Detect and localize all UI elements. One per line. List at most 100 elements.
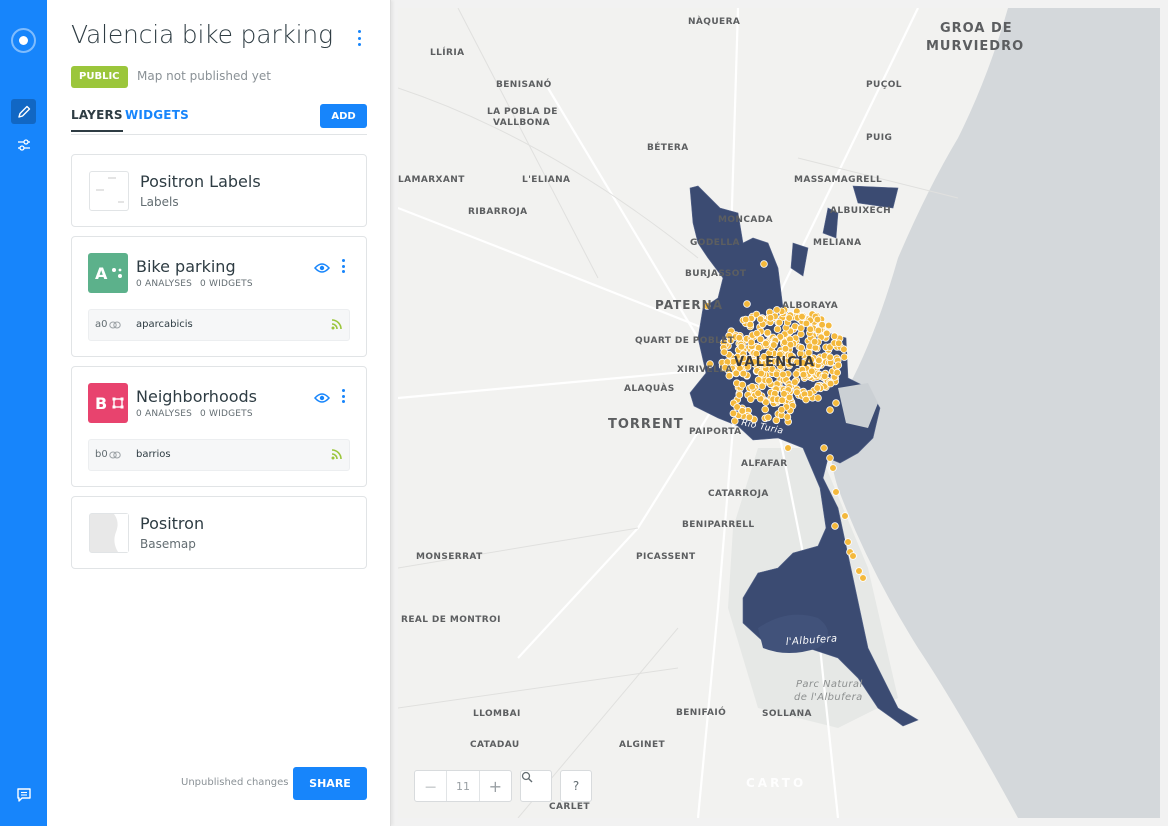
label-moncada: MONCADA: [718, 215, 773, 225]
tab-divider: [71, 134, 367, 135]
label-torrent: TORRENT: [608, 417, 684, 432]
label-albuixech: ALBUIXECH: [830, 206, 891, 216]
labels-thumbnail: [89, 171, 129, 211]
label-benifaio: BENIFAIÓ: [676, 706, 726, 718]
publish-status: Map not published yet: [137, 69, 271, 83]
label-alaquas: ALAQUÀS: [624, 382, 675, 394]
widgets-count: 0 WIDGETS: [200, 409, 253, 419]
label-llombai: LLOMBAI: [473, 709, 521, 719]
polygon-geometry-icon: [112, 397, 124, 409]
label-lliria: LLÍRIA: [430, 46, 464, 58]
label-monserrat: MONSERRAT: [416, 552, 483, 562]
label-sollana: SOLLANA: [762, 709, 812, 719]
layer-letter: B: [95, 393, 108, 413]
unpublished-changes-text: Unpublished changes: [181, 777, 289, 788]
zoom-level: 11: [447, 771, 480, 801]
label-alboraya: ALBORAYA: [782, 301, 838, 311]
basemap-thumbnail: [89, 513, 129, 553]
carto-attribution: CARTO: [746, 776, 807, 790]
label-parc1: Parc Natural: [796, 679, 863, 690]
label-rioturia: Río Turia: [740, 418, 784, 437]
layer-type: Basemap: [140, 537, 196, 551]
label-quart: QUART DE POBLET: [635, 336, 735, 346]
label-pobla1: LA POBLA DE: [487, 107, 558, 117]
layer-card-neighborhoods[interactable]: B Neighborhoods 0 ANALYSES 0 WIDGETS b0 …: [71, 366, 367, 487]
carto-logo-icon[interactable]: [11, 28, 36, 53]
layer-letter: A: [95, 263, 108, 283]
tab-layers[interactable]: LAYERS: [71, 108, 123, 132]
label-pucol: PUÇOL: [866, 80, 902, 90]
label-parc2: de l'Albufera: [794, 692, 863, 703]
point-geometry-icon: [112, 268, 123, 278]
label-burjassot: BURJASSOT: [685, 269, 747, 279]
layer-card-bike-parking[interactable]: A Bike parking 0 ANALYSES 0 WIDGETS a0 a…: [71, 236, 367, 357]
label-meliana: MELIANA: [813, 238, 861, 248]
sync-feed-icon: [331, 319, 342, 330]
label-massamagrell: MASSAMAGRELL: [794, 175, 882, 185]
layer-name[interactable]: Positron: [140, 514, 204, 533]
label-naquera: NÀQUERA: [688, 15, 740, 27]
label-alginet: ALGINET: [619, 740, 666, 750]
analyses-count: 0 ANALYSES: [136, 279, 193, 289]
analyses-count: 0 ANALYSES: [136, 409, 193, 419]
layer-options-kebab-icon[interactable]: [340, 389, 346, 403]
search-button[interactable]: [520, 770, 552, 802]
zoom-control: — 11 +: [414, 770, 512, 802]
edit-pencil-icon[interactable]: [11, 99, 36, 124]
label-beniparrell: BENIPARRELL: [682, 520, 755, 530]
label-picassent: PICASSENT: [636, 552, 696, 562]
label-ribarroja: RIBARROJA: [468, 207, 528, 217]
source-id: a0: [95, 319, 108, 330]
tab-widgets[interactable]: WIDGETS: [125, 108, 189, 122]
label-paiporta: PAIPORTA: [689, 427, 741, 437]
layer-letter-badge[interactable]: B: [88, 383, 128, 423]
label-paterna: PATERNA: [655, 298, 723, 312]
visibility-eye-icon[interactable]: [314, 259, 330, 278]
layer-name[interactable]: Positron Labels: [140, 172, 261, 191]
label-leliana: L'ELIANA: [522, 175, 570, 185]
label-valencia: VALENCIA: [734, 355, 815, 370]
search-icon: [521, 771, 533, 783]
source-link-icon: [109, 321, 121, 329]
source-name: aparcabicis: [136, 319, 193, 330]
label-pobla2: VALLBONA: [493, 118, 550, 128]
label-lamarxant: LAMARXANT: [398, 175, 465, 185]
label-catarroja: CATARROJA: [708, 489, 769, 499]
layer-options-kebab-icon[interactable]: [340, 259, 346, 273]
label-benisano: BENISANÓ: [496, 78, 552, 90]
settings-sliders-icon[interactable]: [11, 132, 36, 157]
label-godella: GODELLA: [690, 238, 740, 248]
help-button[interactable]: ?: [560, 770, 592, 802]
widgets-count: 0 WIDGETS: [200, 279, 253, 289]
layer-name[interactable]: Neighborhoods: [136, 387, 257, 406]
source-name: barrios: [136, 449, 171, 460]
layer-source-node[interactable]: a0 aparcabicis: [88, 309, 350, 341]
label-puig: PUIG: [866, 133, 892, 143]
zoom-out-button[interactable]: —: [415, 771, 448, 801]
map-options-kebab-icon[interactable]: [355, 30, 363, 46]
visibility-eye-icon[interactable]: [314, 389, 330, 408]
sync-feed-icon: [331, 449, 342, 460]
share-button[interactable]: SHARE: [293, 767, 367, 800]
comment-icon[interactable]: [11, 782, 36, 807]
label-catadau: CATADAU: [470, 740, 520, 750]
layer-card-positron-basemap[interactable]: Positron Basemap: [71, 496, 367, 569]
layer-card-positron-labels[interactable]: Positron Labels Labels: [71, 154, 367, 227]
label-alfafar: ALFAFAR: [741, 459, 788, 469]
label-xirivella: XIRIVELLA: [677, 365, 733, 375]
layer-source-node[interactable]: b0 barrios: [88, 439, 350, 471]
left-rail: [0, 0, 47, 826]
label-betera: BÉTERA: [647, 141, 689, 153]
label-groa1: GROA DE: [940, 21, 1013, 36]
label-carlet: CARLET: [549, 802, 590, 812]
map-canvas[interactable]: NÀQUERA GROA DE MURVIEDRO LLÍRIA BENISAN…: [398, 8, 1160, 818]
source-link-icon: [109, 451, 121, 459]
label-groa2: MURVIEDRO: [926, 39, 1024, 54]
layer-letter-badge[interactable]: A: [88, 253, 128, 293]
page-title[interactable]: Valencia bike parking: [71, 20, 333, 49]
privacy-badge[interactable]: PUBLIC: [71, 66, 128, 88]
layer-name[interactable]: Bike parking: [136, 257, 236, 276]
add-button[interactable]: ADD: [320, 104, 367, 128]
source-id: b0: [95, 449, 108, 460]
zoom-in-button[interactable]: +: [480, 771, 511, 801]
